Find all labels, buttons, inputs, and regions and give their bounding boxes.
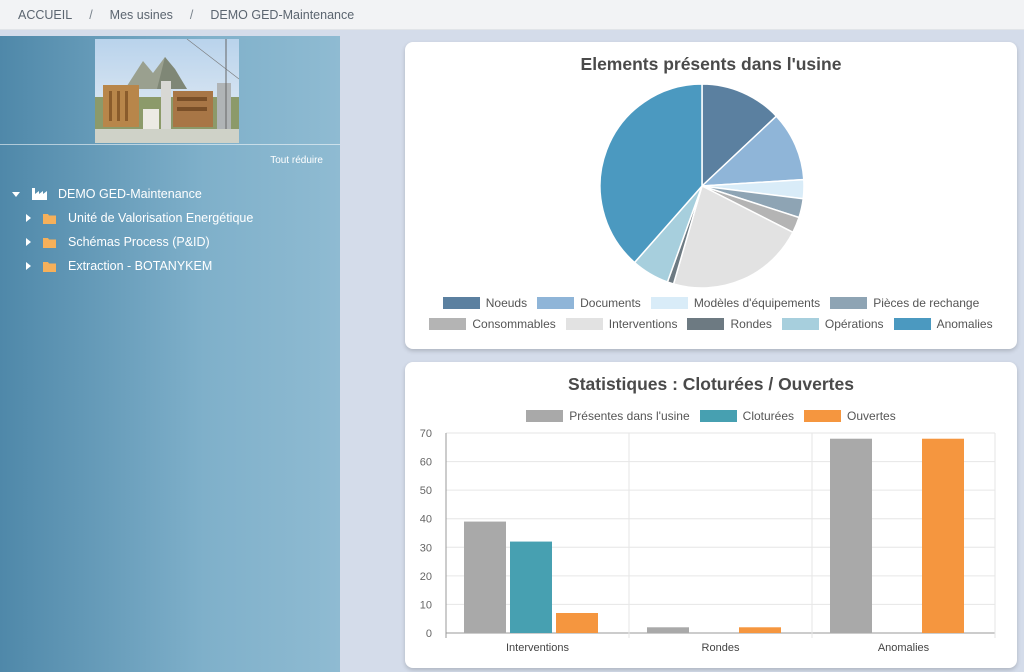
- tree-item-pid[interactable]: Schémas Process (P&ID): [12, 233, 253, 251]
- legend-label: Pièces de rechange: [873, 296, 980, 310]
- x-tick-label: Anomalies: [878, 642, 930, 654]
- legend-item[interactable]: Consommables: [429, 317, 556, 331]
- stats-bar-card: Statistiques : Cloturées / Ouvertes Prés…: [405, 362, 1017, 668]
- tree-item-label: Unité de Valorisation Energétique: [68, 211, 254, 225]
- breadcrumb-current-plant[interactable]: DEMO GED-Maintenance: [210, 8, 354, 22]
- bar-interventions-1[interactable]: [510, 541, 552, 633]
- legend-label: Rondes: [730, 317, 772, 331]
- bar-anomalies-2[interactable]: [922, 438, 964, 633]
- legend-swatch: [687, 318, 725, 330]
- bar-rondes-0[interactable]: [647, 627, 689, 633]
- legend-swatch: [565, 318, 603, 330]
- breadcrumb-separator: /: [189, 7, 194, 22]
- tree-item-extraction[interactable]: Extraction - BOTANYKEM: [12, 257, 253, 275]
- legend-label: Interventions: [608, 317, 678, 331]
- y-tick-label: 70: [420, 428, 432, 440]
- breadcrumb: ACCUEIL / Mes usines / DEMO GED-Maintena…: [0, 0, 1024, 30]
- legend-item[interactable]: Opérations: [781, 317, 884, 331]
- bar-interventions-2[interactable]: [556, 613, 598, 633]
- legend-item[interactable]: Modèles d'équipements: [650, 296, 821, 310]
- bar-anomalies-0[interactable]: [830, 438, 872, 633]
- legend-swatch: [830, 297, 868, 309]
- y-tick-label: 30: [420, 542, 432, 554]
- legend-label: Modèles d'équipements: [693, 296, 821, 310]
- breadcrumb-separator: /: [89, 7, 93, 22]
- legend-label: Opérations: [824, 317, 884, 331]
- caret-right-icon[interactable]: [26, 214, 31, 222]
- bar-chart: 0 10 20 30 40 50 60 70 Interventions Rondes Anomal…: [420, 428, 996, 654]
- legend-swatch: [781, 318, 819, 330]
- pie-legend-row-2: Consommables Interventions Rondes Opérat…: [405, 317, 1017, 331]
- sidebar: Tout réduire DEMO GED-Maintenance Unité …: [0, 36, 340, 672]
- legend-label: Noeuds: [485, 296, 528, 310]
- bar-rondes-2[interactable]: [739, 627, 781, 633]
- legend-item[interactable]: Anomalies: [893, 317, 993, 331]
- legend-item[interactable]: Documents: [537, 296, 641, 310]
- sidebar-divider: [0, 144, 340, 145]
- plant-tree: DEMO GED-Maintenance Unité de Valorisati…: [12, 185, 253, 275]
- factory-icon: [32, 188, 47, 200]
- bar-interventions-0[interactable]: [464, 521, 506, 633]
- caret-right-icon[interactable]: [26, 238, 31, 246]
- y-tick-label: 40: [420, 514, 432, 526]
- breadcrumb-my-plants[interactable]: Mes usines: [110, 8, 173, 22]
- legend-swatch: [429, 318, 467, 330]
- elements-pie-card: Elements présents dans l'usine Noeuds Do…: [405, 42, 1017, 349]
- legend-swatch: [650, 297, 688, 309]
- legend-swatch: [537, 297, 575, 309]
- legend-swatch: [442, 297, 480, 309]
- tree-item-label: Schémas Process (P&ID): [68, 235, 210, 249]
- y-tick-label: 10: [420, 599, 432, 611]
- legend-item[interactable]: Interventions: [565, 317, 678, 331]
- folder-icon: [43, 213, 56, 224]
- y-tick-label: 0: [426, 628, 432, 640]
- caret-right-icon[interactable]: [26, 262, 31, 270]
- y-tick-label: 20: [420, 571, 432, 583]
- x-tick-label: Interventions: [506, 642, 569, 654]
- folder-icon: [43, 237, 56, 248]
- legend-swatch: [893, 318, 931, 330]
- collapse-all-link[interactable]: Tout réduire: [270, 155, 323, 166]
- legend-label: Consommables: [472, 317, 556, 331]
- legend-label: Anomalies: [936, 317, 993, 331]
- y-tick-label: 60: [420, 457, 432, 469]
- legend-item[interactable]: Noeuds: [442, 296, 528, 310]
- tree-item-uve[interactable]: Unité de Valorisation Energétique: [12, 209, 253, 227]
- pie-legend-row-1: Noeuds Documents Modèles d'équipements P…: [405, 296, 1017, 310]
- legend-item[interactable]: Rondes: [687, 317, 772, 331]
- tree-root-label: DEMO GED-Maintenance: [58, 187, 202, 201]
- tree-item-label: Extraction - BOTANYKEM: [68, 259, 213, 273]
- x-tick-label: Rondes: [702, 642, 740, 654]
- legend-item[interactable]: Pièces de rechange: [830, 296, 979, 310]
- breadcrumb-home[interactable]: ACCUEIL: [18, 8, 72, 22]
- legend-label: Documents: [580, 296, 641, 310]
- folder-icon: [43, 261, 56, 272]
- plant-photo: [95, 39, 239, 143]
- caret-down-icon[interactable]: [12, 191, 20, 197]
- tree-root-item[interactable]: DEMO GED-Maintenance: [12, 185, 253, 203]
- y-tick-label: 50: [420, 485, 432, 497]
